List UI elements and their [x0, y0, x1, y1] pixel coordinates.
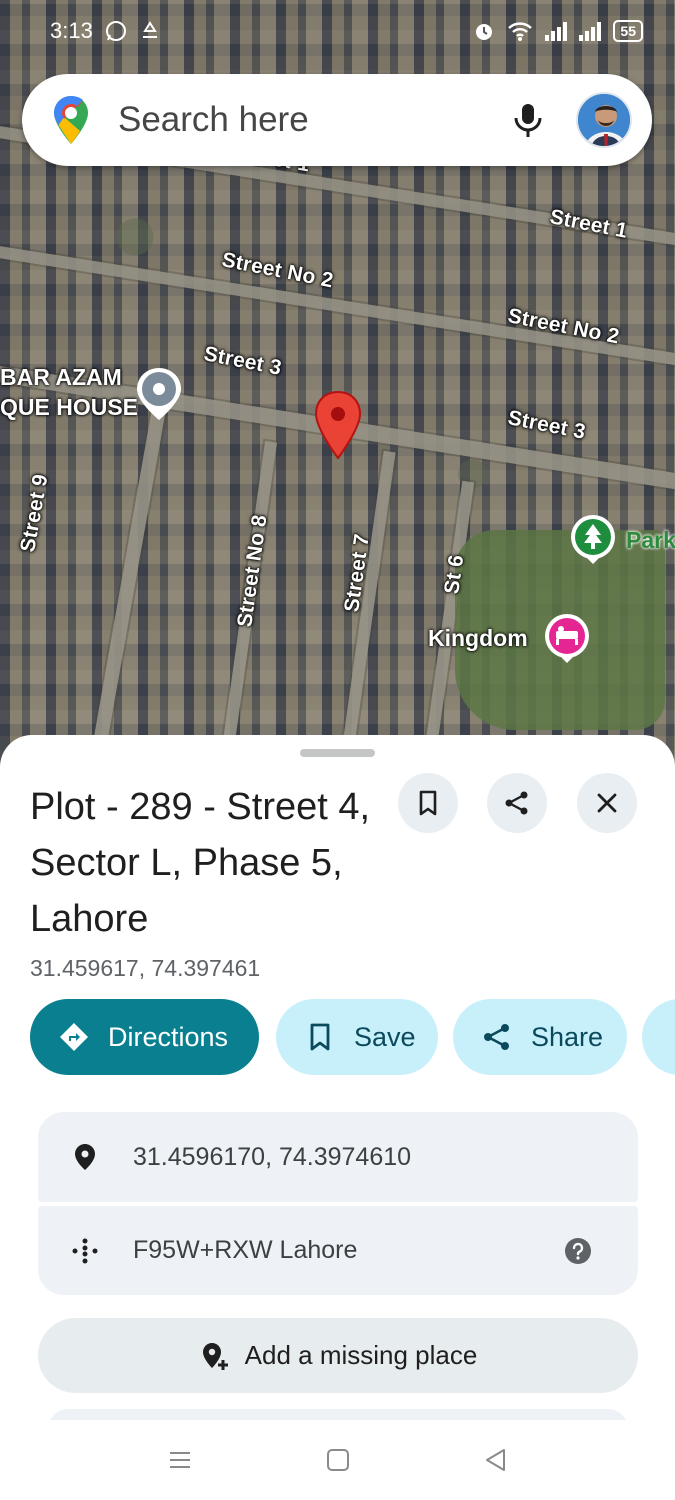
place-label-house[interactable]: QUE HOUSE [0, 394, 138, 421]
recycle-icon [142, 21, 157, 38]
place-coordinates: 31.459617, 74.397461 [30, 955, 261, 981]
save-button[interactable]: Save [276, 999, 438, 1075]
share-round-button[interactable] [487, 773, 547, 833]
street-label: Street No 8 [233, 513, 272, 629]
street-label: Street 3 [201, 342, 284, 380]
plus-code-row[interactable]: F95W+RXW Lahore [38, 1206, 638, 1295]
coordinates-row[interactable]: 31.4596170, 74.3974610 [38, 1112, 638, 1202]
place-title: Plot - 289 - Street 4, Sector L, Phase 5… [30, 786, 371, 940]
directions-icon [60, 1023, 88, 1051]
close-icon [597, 793, 617, 813]
recents-icon[interactable] [166, 1446, 194, 1474]
directions-button[interactable]: Directions [30, 999, 259, 1075]
map-road [0, 243, 675, 369]
bookmark-icon [310, 1023, 330, 1051]
battery-icon: 55 [613, 20, 643, 42]
share-icon [505, 791, 528, 815]
street-label: Street No 2 [505, 304, 622, 349]
google-maps-logo-icon [54, 96, 88, 144]
street-label: Street 3 [505, 406, 588, 444]
add-missing-place-label: Add a missing place [244, 1340, 478, 1370]
add-place-icon [202, 1342, 228, 1370]
status-time: 3:13 [50, 18, 93, 43]
street-label: Street 9 [16, 472, 53, 554]
help-icon[interactable] [564, 1237, 592, 1265]
search-bar[interactable]: Search here [22, 74, 652, 166]
search-input[interactable]: Search here [118, 100, 508, 140]
full-coordinates: 31.4596170, 74.3974610 [133, 1142, 412, 1171]
dropped-pin-icon[interactable] [313, 390, 363, 460]
place-label-house[interactable]: BAR AZAM [0, 364, 122, 391]
signal-icon [545, 21, 568, 41]
street-label: Street 1 [547, 205, 630, 243]
place-label-park[interactable]: Park [626, 527, 675, 554]
place-bottom-sheet[interactable]: Plot - 289 - Street 4, Sector L, Phase 5… [0, 735, 675, 1500]
street-label: Street No 2 [219, 248, 336, 293]
location-pin-icon [75, 1144, 95, 1170]
place-marker-icon[interactable] [134, 366, 184, 422]
street-label: Street 7 [340, 532, 374, 614]
status-bar: 3:13 55 [0, 0, 675, 62]
hotel-marker-icon[interactable] [543, 612, 591, 664]
close-button[interactable] [577, 773, 637, 833]
whatsapp-icon [105, 21, 126, 41]
avatar-image [578, 94, 630, 146]
mic-icon[interactable] [508, 100, 548, 140]
home-icon[interactable] [324, 1446, 352, 1474]
signal-icon [579, 21, 602, 41]
drag-handle[interactable] [300, 749, 375, 757]
street-label: St 6 [440, 553, 469, 596]
wifi-icon [508, 22, 533, 41]
place-label-kingdom[interactable]: Kingdom [428, 625, 528, 652]
share-icon [484, 1024, 509, 1050]
save-label: Save [354, 1021, 416, 1052]
add-missing-place-button[interactable]: Add a missing place [38, 1318, 638, 1393]
plus-code: F95W+RXW Lahore [133, 1236, 358, 1264]
plus-code-icon [72, 1238, 98, 1263]
avatar[interactable] [576, 92, 632, 148]
action-buttons-row[interactable]: Directions Save Share [30, 999, 675, 1075]
directions-label: Directions [108, 1021, 229, 1052]
bookmark-icon [419, 790, 437, 816]
share-button[interactable]: Share [453, 999, 627, 1075]
alarm-icon [476, 24, 493, 40]
park-marker-icon[interactable] [569, 513, 617, 565]
system-navigation-bar [0, 1420, 675, 1500]
more-action-button[interactable] [642, 999, 675, 1075]
share-label: Share [531, 1021, 604, 1052]
back-icon[interactable] [482, 1446, 510, 1474]
bookmark-button[interactable] [398, 773, 458, 833]
